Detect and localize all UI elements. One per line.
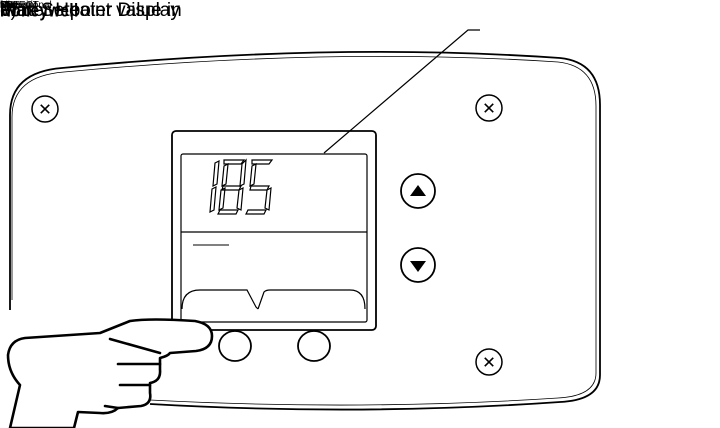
up-arrow-button[interactable] [400,173,436,209]
thermostat-diagram [6,29,601,428]
display-screen [180,153,368,323]
set-softkey-label: SET [0,0,20,11]
down-arrow-button[interactable] [400,247,436,283]
set-button[interactable] [297,330,331,362]
screw-icon-bottom-right [475,348,503,376]
screw-icon-top-right [475,94,503,122]
select-button[interactable] [218,330,252,362]
screw-icon-top-left [31,95,59,123]
pointing-hand-icon [6,318,214,428]
